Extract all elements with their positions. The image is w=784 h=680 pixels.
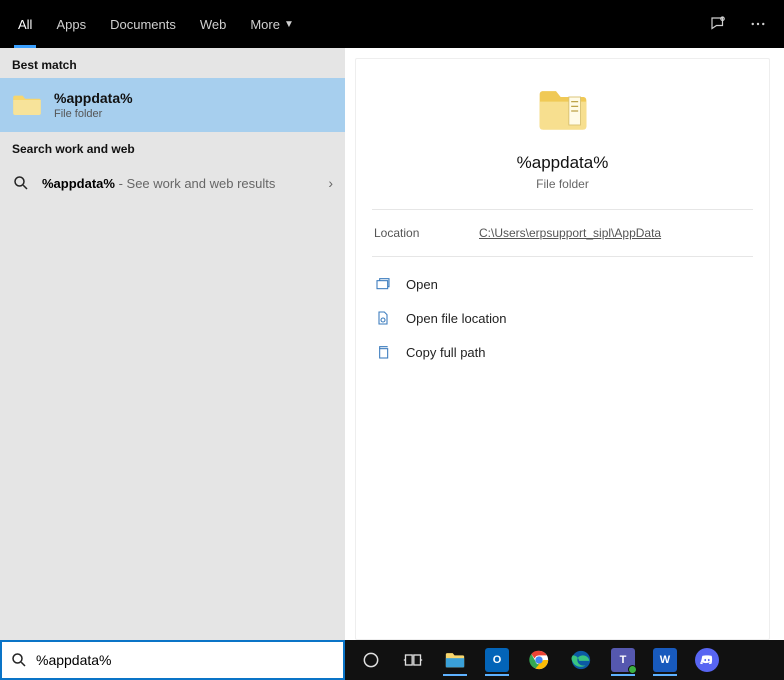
tab-label: Web: [200, 17, 227, 32]
location-path[interactable]: C:\Users\erpsupport_sipl\AppData: [479, 226, 661, 240]
discord-icon: [695, 648, 719, 672]
teams-icon: T: [611, 648, 635, 672]
tab-all[interactable]: All: [6, 0, 44, 48]
tab-label: All: [18, 17, 32, 32]
tab-more[interactable]: More ▼: [238, 0, 306, 48]
search-tabs: All Apps Documents Web More ▼: [0, 0, 784, 48]
preview-subtitle: File folder: [536, 177, 589, 191]
copy-icon: [374, 343, 392, 361]
best-match-header: Best match: [0, 48, 345, 78]
tab-label: More: [250, 17, 280, 32]
bottom-bar: O T W: [0, 640, 784, 680]
search-input[interactable]: [36, 652, 335, 668]
action-label: Open: [406, 277, 438, 292]
best-match-result[interactable]: %appdata% File folder: [0, 78, 345, 132]
result-title: %appdata%: [54, 90, 133, 106]
open-icon: [374, 275, 392, 293]
taskbar-edge[interactable]: [563, 644, 599, 676]
outlook-icon: O: [485, 648, 509, 672]
folder-icon: [12, 92, 42, 118]
folder-large-icon: [535, 83, 591, 139]
taskbar-outlook[interactable]: O: [479, 644, 515, 676]
search-body: Best match %appdata% File folder Search …: [0, 48, 784, 640]
taskbar-file-explorer[interactable]: [437, 644, 473, 676]
action-copy-full-path[interactable]: Copy full path: [362, 335, 763, 369]
taskbar-teams[interactable]: T: [605, 644, 641, 676]
action-label: Copy full path: [406, 345, 486, 360]
feedback-icon[interactable]: [698, 0, 738, 48]
taskbar-word[interactable]: W: [647, 644, 683, 676]
search-icon: [12, 174, 30, 192]
location-label: Location: [374, 226, 479, 240]
tab-apps[interactable]: Apps: [44, 0, 98, 48]
taskbar: O T W: [345, 640, 784, 680]
file-explorer-icon: [444, 649, 466, 671]
tab-label: Documents: [110, 17, 176, 32]
chrome-icon: [528, 649, 550, 671]
file-location-icon: [374, 309, 392, 327]
action-open[interactable]: Open: [362, 267, 763, 301]
taskbar-task-view[interactable]: [395, 644, 431, 676]
tab-web[interactable]: Web: [188, 0, 239, 48]
location-row: Location C:\Users\erpsupport_sipl\AppDat…: [356, 210, 769, 256]
preview-pane: %appdata% File folder Location C:\Users\…: [345, 48, 784, 640]
taskbar-discord[interactable]: [689, 644, 725, 676]
results-pane: Best match %appdata% File folder Search …: [0, 48, 345, 640]
preview-title: %appdata%: [517, 153, 609, 173]
chevron-down-icon: ▼: [284, 19, 294, 30]
chevron-right-icon: ›: [328, 175, 333, 191]
result-subtitle: File folder: [54, 108, 133, 120]
taskbar-cortana[interactable]: [353, 644, 389, 676]
edge-icon: [570, 649, 592, 671]
action-label: Open file location: [406, 311, 506, 326]
search-icon: [10, 651, 28, 669]
tab-label: Apps: [56, 17, 86, 32]
web-query: %appdata%: [42, 176, 115, 191]
word-icon: W: [653, 648, 677, 672]
web-suffix: - See work and web results: [115, 176, 275, 191]
search-work-web-header: Search work and web: [0, 132, 345, 162]
taskbar-chrome[interactable]: [521, 644, 557, 676]
tab-documents[interactable]: Documents: [98, 0, 188, 48]
search-web-result[interactable]: %appdata% - See work and web results ›: [0, 162, 345, 204]
search-box[interactable]: [0, 640, 345, 680]
task-view-icon: [403, 650, 423, 670]
action-open-file-location[interactable]: Open file location: [362, 301, 763, 335]
cortana-icon: [361, 650, 381, 670]
more-options-icon[interactable]: [738, 0, 778, 48]
preview-actions: Open Open file location Copy full path: [356, 257, 769, 379]
